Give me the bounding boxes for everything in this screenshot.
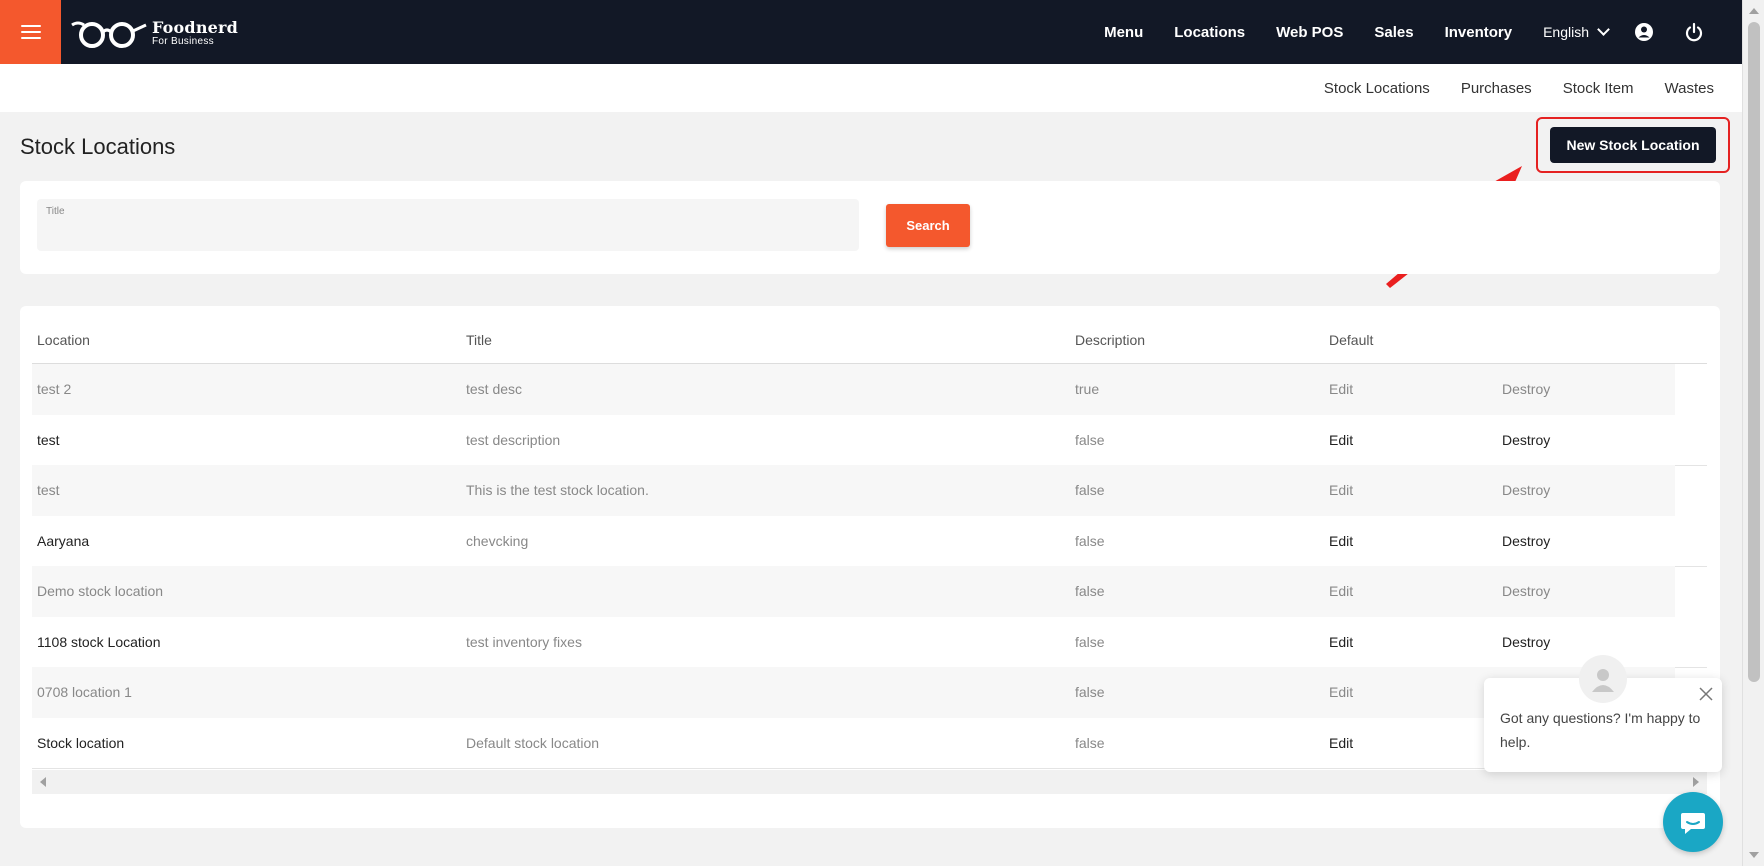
cell-description: false <box>1075 532 1105 549</box>
cell-title: This is the test stock location. <box>466 482 649 498</box>
column-header-default: Default <box>1329 332 1374 348</box>
glasses-icon <box>71 21 147 48</box>
nav-web-pos[interactable]: Web POS <box>1276 24 1343 41</box>
table-row: test This is the test stock location. fals… <box>32 465 1675 516</box>
title-filter-label: Title <box>46 206 65 217</box>
subnav-stock-locations[interactable]: Stock Locations <box>1324 80 1430 97</box>
nav-sales[interactable]: Sales <box>1374 24 1413 41</box>
table-row: Stock location Default stock location fals… <box>32 718 1707 769</box>
table-row: 1108 stock Location test inventory fixes f… <box>32 617 1707 668</box>
cell-title: test inventory fixes <box>466 633 582 650</box>
title-filter-field[interactable]: Title <box>37 199 859 251</box>
cell-location: test 2 <box>37 381 72 397</box>
language-selector[interactable]: English <box>1543 23 1610 40</box>
column-header-location: Location <box>37 332 90 348</box>
hamburger-icon <box>20 21 41 43</box>
cell-location: Stock location <box>37 734 125 751</box>
cell-description: false <box>1075 633 1105 650</box>
scroll-left-icon[interactable] <box>40 777 46 787</box>
cell-description: false <box>1075 684 1105 700</box>
brand-logo[interactable]: Foodnerd For Business <box>70 18 238 48</box>
scroll-right-icon[interactable] <box>1693 777 1699 787</box>
brand-tagline: For Business <box>152 35 214 47</box>
scrollbar-thumb[interactable] <box>1748 22 1760 682</box>
title-filter-input[interactable] <box>46 221 846 245</box>
edit-link[interactable]: Edit <box>1329 381 1353 397</box>
language-label: English <box>1543 24 1589 40</box>
user-account-icon[interactable] <box>1634 22 1654 42</box>
column-header-title: Title <box>466 332 492 348</box>
table-row: Aaryana chevcking false Edit Destroy <box>32 516 1707 567</box>
destroy-link[interactable]: Destroy <box>1502 533 1550 549</box>
column-header-description: Description <box>1075 332 1146 348</box>
edit-link[interactable]: Edit <box>1329 482 1353 498</box>
main-nav: Menu Locations Web POS Sales Inventory E… <box>1104 0 1742 64</box>
search-button[interactable]: Search <box>886 204 970 247</box>
search-card: Title Search <box>20 181 1720 274</box>
nav-locations[interactable]: Locations <box>1174 24 1245 41</box>
destroy-link[interactable]: Destroy <box>1502 482 1550 498</box>
cell-title: test description <box>466 431 561 448</box>
cell-description: false <box>1075 431 1105 448</box>
destroy-link[interactable]: Destroy <box>1502 583 1550 599</box>
edit-link[interactable]: Edit <box>1329 634 1353 650</box>
nav-inventory[interactable]: Inventory <box>1445 24 1513 41</box>
subnav-purchases[interactable]: Purchases <box>1461 80 1532 97</box>
brand-name: Foodnerd <box>152 17 239 37</box>
scroll-down-icon[interactable] <box>1749 852 1759 858</box>
horizontal-scrollbar[interactable] <box>32 770 1707 794</box>
nav-menu[interactable]: Menu <box>1104 24 1143 41</box>
new-stock-location-button[interactable]: New Stock Location <box>1550 127 1716 163</box>
top-navbar: Foodnerd For Business Menu Locations Web… <box>0 0 1742 64</box>
chevron-down-icon <box>1597 23 1610 36</box>
cell-description: false <box>1075 482 1105 498</box>
cell-location: Aaryana <box>37 532 90 549</box>
chat-message: Got any questions? I'm happy to help. <box>1500 710 1701 750</box>
cell-location: Demo stock location <box>37 583 164 599</box>
subnav-wastes[interactable]: Wastes <box>1665 80 1714 97</box>
edit-link[interactable]: Edit <box>1329 684 1353 700</box>
page-title: Stock Locations <box>20 134 176 159</box>
cell-location: 0708 location 1 <box>37 684 132 700</box>
stock-locations-table: Location Title Description Default test … <box>20 306 1720 828</box>
cell-description: false <box>1075 734 1105 751</box>
table-row: test test description false Edit Destroy <box>32 415 1707 466</box>
edit-link[interactable]: Edit <box>1329 533 1353 549</box>
scroll-up-icon[interactable] <box>1749 8 1759 14</box>
chat-bubble-icon <box>1681 813 1705 834</box>
table-row: Demo stock location false Edit Destroy <box>32 566 1675 617</box>
chat-launcher-button[interactable] <box>1663 792 1723 852</box>
destroy-link[interactable]: Destroy <box>1502 432 1550 448</box>
inventory-subnav: Stock Locations Purchases Stock Item Was… <box>0 64 1742 112</box>
cell-title: chevcking <box>466 532 529 549</box>
cell-title: test desc <box>466 381 523 397</box>
edit-link[interactable]: Edit <box>1329 583 1353 599</box>
cell-description: false <box>1075 583 1105 599</box>
destroy-link[interactable]: Destroy <box>1502 634 1550 650</box>
cell-location: test <box>37 431 60 448</box>
cell-location: test <box>37 482 60 498</box>
chat-agent-avatar <box>1579 655 1627 703</box>
page-vertical-scrollbar[interactable] <box>1742 0 1764 866</box>
hamburger-menu-button[interactable] <box>0 0 61 64</box>
user-avatar-icon <box>1592 669 1614 692</box>
destroy-link[interactable]: Destroy <box>1502 381 1550 397</box>
edit-link[interactable]: Edit <box>1329 735 1353 751</box>
cell-title: Default stock location <box>466 734 600 751</box>
power-logout-icon[interactable] <box>1684 22 1704 42</box>
table-row: test 2 test desc true Edit Destroy <box>32 364 1675 415</box>
close-icon[interactable] <box>1698 686 1714 702</box>
cell-description: true <box>1075 381 1100 397</box>
subnav-stock-item[interactable]: Stock Item <box>1563 80 1634 97</box>
table-header: Location Title Description Default <box>32 306 1707 364</box>
cell-location: 1108 stock Location <box>37 633 161 650</box>
edit-link[interactable]: Edit <box>1329 432 1353 448</box>
table-row: 0708 location 1 false Edit <box>32 667 1675 718</box>
